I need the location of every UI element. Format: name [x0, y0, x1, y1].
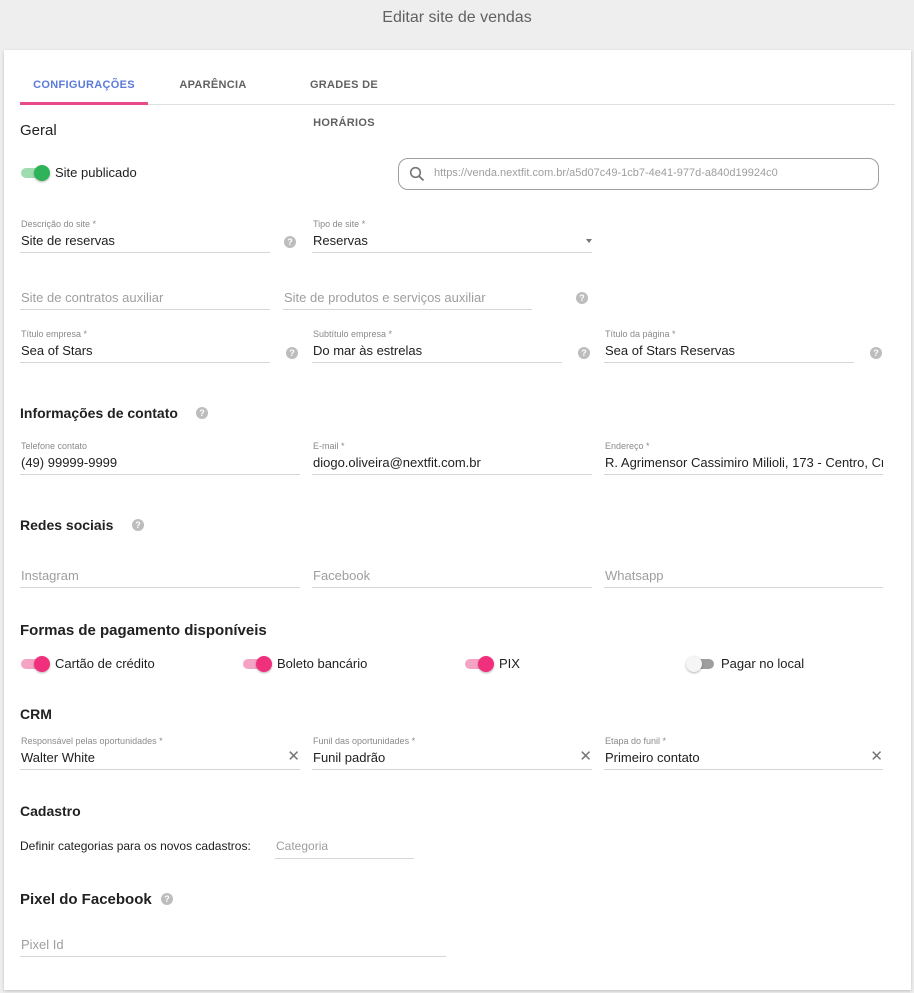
cadastro-categorias-label: Definir categorias para os novos cadastr…: [20, 839, 251, 853]
contratos-auxiliar-placeholder: Site de contratos auxiliar: [21, 290, 164, 305]
section-title-pagamento: Formas de pagamento disponíveis: [20, 622, 267, 639]
tab-configuracoes[interactable]: CONFIGURAÇÕES: [20, 66, 148, 105]
published-toggle[interactable]: [21, 165, 51, 181]
titulo-empresa-field[interactable]: Título empresa * Sea of Stars: [20, 329, 270, 363]
section-title-geral: Geral: [20, 122, 57, 139]
telefone-field[interactable]: Telefone contato (49) 99999-9999: [20, 441, 300, 475]
page-title: Editar site de vendas: [382, 9, 532, 26]
boleto-label: Boleto bancário: [277, 656, 368, 671]
section-title-contato: Informações de contato: [20, 405, 178, 421]
facebook-placeholder: Facebook: [313, 568, 371, 583]
titulo-pagina-label: Título da página *: [605, 329, 676, 339]
instagram-field[interactable]: Instagram: [20, 554, 300, 588]
tipo-site-value: Reservas: [313, 233, 368, 248]
funil-select[interactable]: Funil das oportunidades * Funil padrão ✕: [312, 736, 592, 770]
endereco-value: R. Agrimensor Cassimiro Milioli, 173 - C…: [605, 455, 883, 470]
tab-aparencia[interactable]: APARÊNCIA: [168, 66, 258, 105]
titulo-pagina-value: Sea of Stars Reservas: [605, 343, 736, 358]
etapa-value: Primeiro contato: [605, 750, 700, 765]
active-tab-indicator: [20, 102, 148, 105]
email-field[interactable]: E-mail * diogo.oliveira@nextfit.com.br: [312, 441, 592, 475]
telefone-value: (49) 99999-9999: [21, 455, 118, 470]
whatsapp-placeholder: Whatsapp: [605, 568, 664, 583]
close-icon[interactable]: ✕: [287, 749, 300, 765]
cartao-credito-toggle[interactable]: [21, 656, 51, 672]
descricao-label: Descrição do site *: [21, 219, 97, 229]
help-icon[interactable]: ?: [870, 347, 882, 359]
help-icon[interactable]: ?: [576, 292, 588, 304]
cartao-credito-label: Cartão de crédito: [55, 656, 155, 671]
toggle-knob: [256, 656, 272, 672]
site-url-field[interactable]: https://venda.nextfit.com.br/a5d07c49-1c…: [398, 158, 879, 190]
help-icon[interactable]: ?: [286, 347, 298, 359]
funil-label: Funil das oportunidades *: [313, 736, 416, 746]
endereco-label: Endereço *: [605, 441, 650, 451]
instagram-placeholder: Instagram: [21, 568, 79, 583]
section-title-pixel: Pixel do Facebook: [20, 891, 152, 908]
titulo-pagina-field[interactable]: Título da página * Sea of Stars Reservas: [604, 329, 854, 363]
pagar-local-toggle[interactable]: [686, 656, 716, 672]
responsavel-select[interactable]: Responsável pelas oportunidades * Walter…: [20, 736, 300, 770]
produtos-auxiliar-field[interactable]: Site de produtos e serviços auxiliar: [283, 276, 532, 310]
settings-card: CONFIGURAÇÕES APARÊNCIA GRADES DE HORÁRI…: [4, 50, 911, 990]
toggle-knob: [686, 656, 702, 672]
pix-label: PIX: [499, 656, 520, 671]
tab-bar: CONFIGURAÇÕES APARÊNCIA GRADES DE HORÁRI…: [20, 66, 895, 129]
published-label: Site publicado: [55, 165, 137, 180]
contratos-auxiliar-field[interactable]: Site de contratos auxiliar: [20, 276, 270, 310]
email-value: diogo.oliveira@nextfit.com.br: [313, 455, 481, 470]
descricao-field[interactable]: Descrição do site * Site de reservas: [20, 219, 270, 253]
pagar-local-label: Pagar no local: [721, 656, 805, 671]
whatsapp-field[interactable]: Whatsapp: [604, 554, 883, 588]
boleto-toggle[interactable]: [243, 656, 273, 672]
tipo-site-label: Tipo de site *: [313, 219, 366, 229]
email-label: E-mail *: [313, 441, 345, 451]
section-title-cadastro: Cadastro: [20, 803, 81, 819]
categoria-placeholder: Categoria: [276, 839, 329, 853]
produtos-auxiliar-placeholder: Site de produtos e serviços auxiliar: [284, 290, 486, 305]
help-icon[interactable]: ?: [161, 893, 173, 905]
toggle-knob: [34, 656, 50, 672]
help-icon[interactable]: ?: [132, 519, 144, 531]
section-title-crm: CRM: [20, 706, 52, 722]
tab-grades-de-horarios[interactable]: GRADES DE HORÁRIOS: [278, 66, 410, 129]
help-icon[interactable]: ?: [578, 347, 590, 359]
search-icon: [409, 166, 425, 182]
telefone-label: Telefone contato: [21, 441, 88, 451]
funil-value: Funil padrão: [313, 750, 386, 765]
pix-toggle[interactable]: [465, 656, 495, 672]
pixel-id-placeholder: Pixel Id: [21, 937, 64, 952]
help-icon[interactable]: ?: [284, 236, 296, 248]
etapa-label: Etapa do funil *: [605, 736, 667, 746]
subtitulo-empresa-value: Do mar às estrelas: [313, 343, 423, 358]
help-icon[interactable]: ?: [196, 407, 208, 419]
tipo-site-select[interactable]: Tipo de site * Reservas: [312, 219, 592, 253]
titulo-empresa-label: Título empresa *: [21, 329, 88, 339]
responsavel-value: Walter White: [21, 750, 95, 765]
close-icon[interactable]: ✕: [579, 749, 592, 765]
titulo-empresa-value: Sea of Stars: [21, 343, 93, 358]
responsavel-label: Responsável pelas oportunidades *: [21, 736, 163, 746]
endereco-field[interactable]: Endereço * R. Agrimensor Cassimiro Milio…: [604, 441, 883, 475]
toggle-knob: [34, 165, 50, 181]
descricao-value: Site de reservas: [21, 233, 115, 248]
subtitulo-empresa-field[interactable]: Subtítulo empresa * Do mar às estrelas: [312, 329, 562, 363]
subtitulo-empresa-label: Subtítulo empresa *: [313, 329, 393, 339]
caret-down-icon: [586, 239, 592, 243]
pixel-id-field[interactable]: Pixel Id: [20, 923, 446, 957]
toggle-knob: [478, 656, 494, 672]
categoria-field[interactable]: Categoria: [275, 825, 414, 859]
etapa-select[interactable]: Etapa do funil * Primeiro contato ✕: [604, 736, 883, 770]
close-icon[interactable]: ✕: [870, 749, 883, 765]
site-url: https://venda.nextfit.com.br/a5d07c49-1c…: [434, 167, 778, 179]
section-title-redes: Redes sociais: [20, 517, 114, 533]
facebook-field[interactable]: Facebook: [312, 554, 592, 588]
